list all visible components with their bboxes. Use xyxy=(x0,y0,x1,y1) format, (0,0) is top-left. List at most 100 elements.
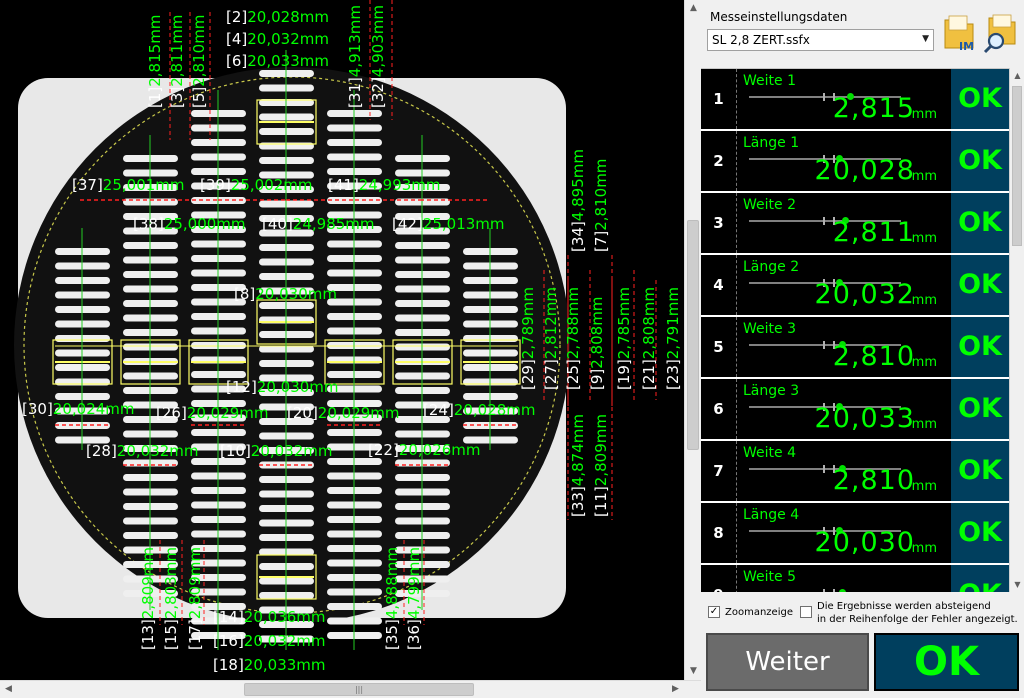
sort-errors-checkbox[interactable] xyxy=(800,606,812,618)
tolerance-tick xyxy=(823,341,825,349)
measurement-label: [29]2,789mm xyxy=(519,287,537,390)
measurement-label: [24]20,028mm xyxy=(423,401,536,419)
measurement-label: [23]2,791mm xyxy=(664,287,682,390)
measurement-value: 20,028mm xyxy=(247,8,329,26)
result-status-badge: OK xyxy=(951,193,1009,253)
measurement-id: [22] xyxy=(368,441,399,459)
measurement-id: [26] xyxy=(156,404,187,422)
measurement-id: [27] xyxy=(542,359,560,390)
result-index: 7 xyxy=(701,441,737,501)
measurement-label: [41]24,993mm xyxy=(328,176,441,194)
scroll-right-arrow-icon[interactable]: ▶ xyxy=(667,681,684,698)
measurement-value: 20,032mm xyxy=(251,442,333,460)
weiter-button[interactable]: Weiter xyxy=(706,633,869,691)
viewer-horizontal-scroll-thumb[interactable]: ||| xyxy=(244,683,474,696)
measurement-label: [17]2,809mm xyxy=(186,547,204,650)
measurement-id: [41] xyxy=(328,176,359,194)
measurement-value: 24,985mm xyxy=(293,215,375,233)
measurement-id: [42] xyxy=(392,215,423,233)
result-status-badge: OK xyxy=(951,317,1009,377)
result-body: Weite 4 2,810 mm xyxy=(737,441,951,501)
measurement-id: [23] xyxy=(664,359,682,390)
result-name: Weite 2 xyxy=(743,197,796,213)
measurement-id: [6] xyxy=(226,52,247,70)
measurement-id: [3] xyxy=(168,87,186,108)
measurement-id: [17] xyxy=(186,619,204,650)
results-list[interactable]: 1 Weite 1 2,815 mm OK 2 Länge 1 20,028 mm OK 3 Weit… xyxy=(701,68,1009,592)
measurement-id: [29] xyxy=(519,359,537,390)
result-row[interactable]: 3 Weite 2 2,811 mm OK xyxy=(701,193,1009,255)
scroll-left-arrow-icon[interactable]: ◀ xyxy=(0,681,17,698)
folder-search-icon[interactable] xyxy=(983,14,1017,54)
result-name: Weite 4 xyxy=(743,445,796,461)
result-value: 2,811 xyxy=(832,217,915,248)
measurement-label: [13]2,809mm xyxy=(139,547,157,650)
measurement-value: 2,809mm xyxy=(592,414,610,486)
result-body: Länge 3 20,033 mm xyxy=(737,379,951,439)
results-panel: Messeinstellungsdaten SL 2,8 ZERT.ssfx ▼… xyxy=(701,0,1024,698)
measurement-label: [3]2,811mm xyxy=(168,15,186,108)
measurement-label: [34]4,895mm xyxy=(569,149,587,252)
measurement-label: [36]4,799mm xyxy=(405,547,423,650)
measurement-id: [21] xyxy=(640,359,658,390)
result-row[interactable]: 4 Länge 2 20,032 mm OK xyxy=(701,255,1009,317)
measurement-label: [2]20,028mm xyxy=(226,8,329,26)
viewer-horizontal-scrollbar[interactable]: ◀ ||| ▶ xyxy=(0,680,701,698)
result-row[interactable]: 8 Länge 4 20,030 mm OK xyxy=(701,503,1009,565)
results-list-scroll-thumb[interactable] xyxy=(1012,86,1022,246)
measurement-label: [28]20,032mm xyxy=(86,442,199,460)
measurement-value: 20,030mm xyxy=(255,285,337,303)
measurement-label: [4]20,032mm xyxy=(226,30,329,48)
zoom-checkbox[interactable]: ✓ xyxy=(708,606,720,618)
measurement-id: [13] xyxy=(139,619,157,650)
scroll-up-arrow-icon[interactable]: ▲ xyxy=(685,0,702,17)
measurement-label: [16]20,032mm xyxy=(213,632,326,650)
measurement-id: [19] xyxy=(615,359,633,390)
result-index: 8 xyxy=(701,503,737,563)
results-list-scrollbar[interactable]: ▲ ▼ xyxy=(1009,68,1024,592)
measurement-label: [35]4,888mm xyxy=(383,547,401,650)
measurement-id: [36] xyxy=(405,619,423,650)
measurement-id: [14] xyxy=(213,608,244,626)
settings-file-select[interactable]: SL 2,8 ZERT.ssfx ▼ xyxy=(707,29,934,51)
svg-text:IM: IM xyxy=(959,40,974,53)
result-row[interactable]: 2 Länge 1 20,028 mm OK xyxy=(701,131,1009,193)
measurement-label: [15]2,803mm xyxy=(162,547,180,650)
measurement-value: 25,000mm xyxy=(164,215,246,233)
viewer-vertical-scrollbar[interactable]: ▲ ▼ xyxy=(684,0,701,680)
measurement-label: [8]20,030mm xyxy=(234,285,337,303)
result-row[interactable]: 6 Länge 3 20,033 mm OK xyxy=(701,379,1009,441)
measurement-label: [27]2,812mm xyxy=(542,287,560,390)
list-scroll-up-arrow-icon[interactable]: ▲ xyxy=(1010,68,1024,83)
measurement-id: [4] xyxy=(226,30,247,48)
measurement-value: 2,789mm xyxy=(519,287,537,359)
result-index: 4 xyxy=(701,255,737,315)
folder-im-icon[interactable]: IM xyxy=(943,14,977,54)
viewer-vertical-scroll-thumb[interactable] xyxy=(687,220,699,450)
measurement-label: [31]4,913mm xyxy=(346,5,364,108)
measurement-value: 4,799mm xyxy=(405,547,423,619)
result-row[interactable]: 7 Weite 4 2,810 mm OK xyxy=(701,441,1009,503)
result-row[interactable]: 1 Weite 1 2,815 mm OK xyxy=(701,69,1009,131)
result-body: Weite 1 2,815 mm xyxy=(737,69,951,129)
image-viewer[interactable]: [1]2,815mm [3]2,811mm [5]2,810mm [2]20,028m… xyxy=(0,0,684,680)
settings-label: Messeinstellungsdaten xyxy=(710,10,848,24)
measurement-value: 2,788mm xyxy=(564,287,582,359)
list-scroll-down-arrow-icon[interactable]: ▼ xyxy=(1010,577,1024,592)
result-body: Länge 4 20,030 mm xyxy=(737,503,951,563)
result-row[interactable]: 9 Weite 5 OK xyxy=(701,565,1009,592)
result-name: Länge 3 xyxy=(743,383,800,399)
measurement-value: 2,791mm xyxy=(664,287,682,359)
result-status-badge: OK xyxy=(951,131,1009,191)
scroll-down-arrow-icon[interactable]: ▼ xyxy=(685,663,702,680)
measurement-value: 20,028mm xyxy=(454,401,536,419)
measurement-label: [39]25,002mm xyxy=(200,176,313,194)
chevron-down-icon[interactable]: ▼ xyxy=(922,34,929,44)
result-row[interactable]: 5 Weite 3 2,810 mm OK xyxy=(701,317,1009,379)
result-body: Weite 3 2,810 mm xyxy=(737,317,951,377)
result-body: Weite 2 2,811 mm xyxy=(737,193,951,253)
measurement-value: 20,033mm xyxy=(244,656,326,674)
measurement-id: [10] xyxy=(220,442,251,460)
measurement-id: [33] xyxy=(569,486,587,517)
measurement-id: [15] xyxy=(162,619,180,650)
